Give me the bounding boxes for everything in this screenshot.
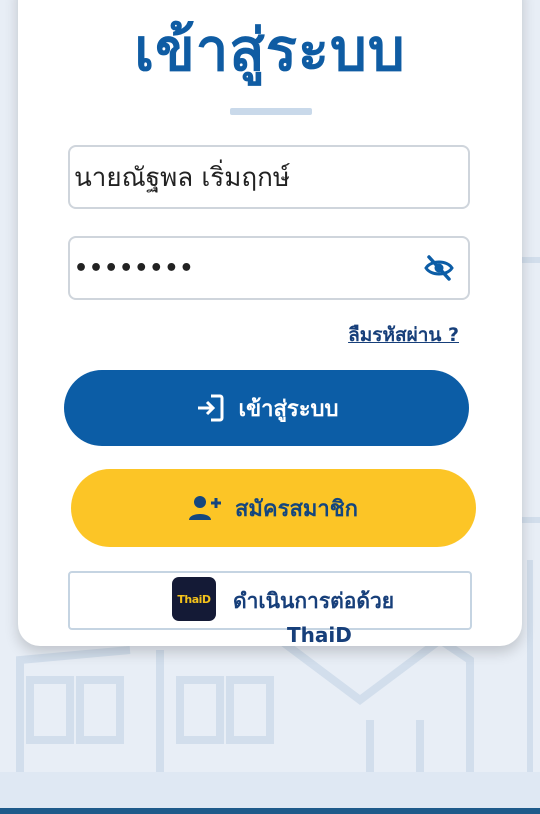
username-input[interactable] xyxy=(70,147,468,207)
user-plus-icon xyxy=(189,496,221,520)
bottom-band xyxy=(0,772,540,808)
eye-slash-icon[interactable] xyxy=(424,254,454,282)
forgot-password-link[interactable]: ลืมรหัสผ่าน ? xyxy=(348,320,459,350)
password-input[interactable] xyxy=(70,238,468,298)
login-button[interactable]: เข้าสู่ระบบ xyxy=(64,370,469,446)
sign-in-icon xyxy=(197,394,224,422)
thaid-logo: ThaiD xyxy=(172,577,216,621)
title-underline xyxy=(230,108,312,115)
login-button-label: เข้าสู่ระบบ xyxy=(238,396,339,422)
username-field[interactable] xyxy=(68,145,470,209)
thaid-button-label: ดำเนินการต่อด้วย xyxy=(233,589,395,613)
bottom-bar xyxy=(0,808,540,814)
thaid-button-label-line2: ThaiD xyxy=(287,623,352,647)
password-field[interactable] xyxy=(68,236,470,300)
thaid-login-button[interactable]: ThaiD ดำเนินการต่อด้วย xyxy=(68,571,472,630)
register-button[interactable]: สมัครสมาชิก xyxy=(71,469,476,547)
register-button-label: สมัครสมาชิก xyxy=(235,496,358,522)
page-title: เข้าสู่ระบบ xyxy=(134,16,406,84)
thaid-logo-text: ThaiD xyxy=(177,592,211,606)
